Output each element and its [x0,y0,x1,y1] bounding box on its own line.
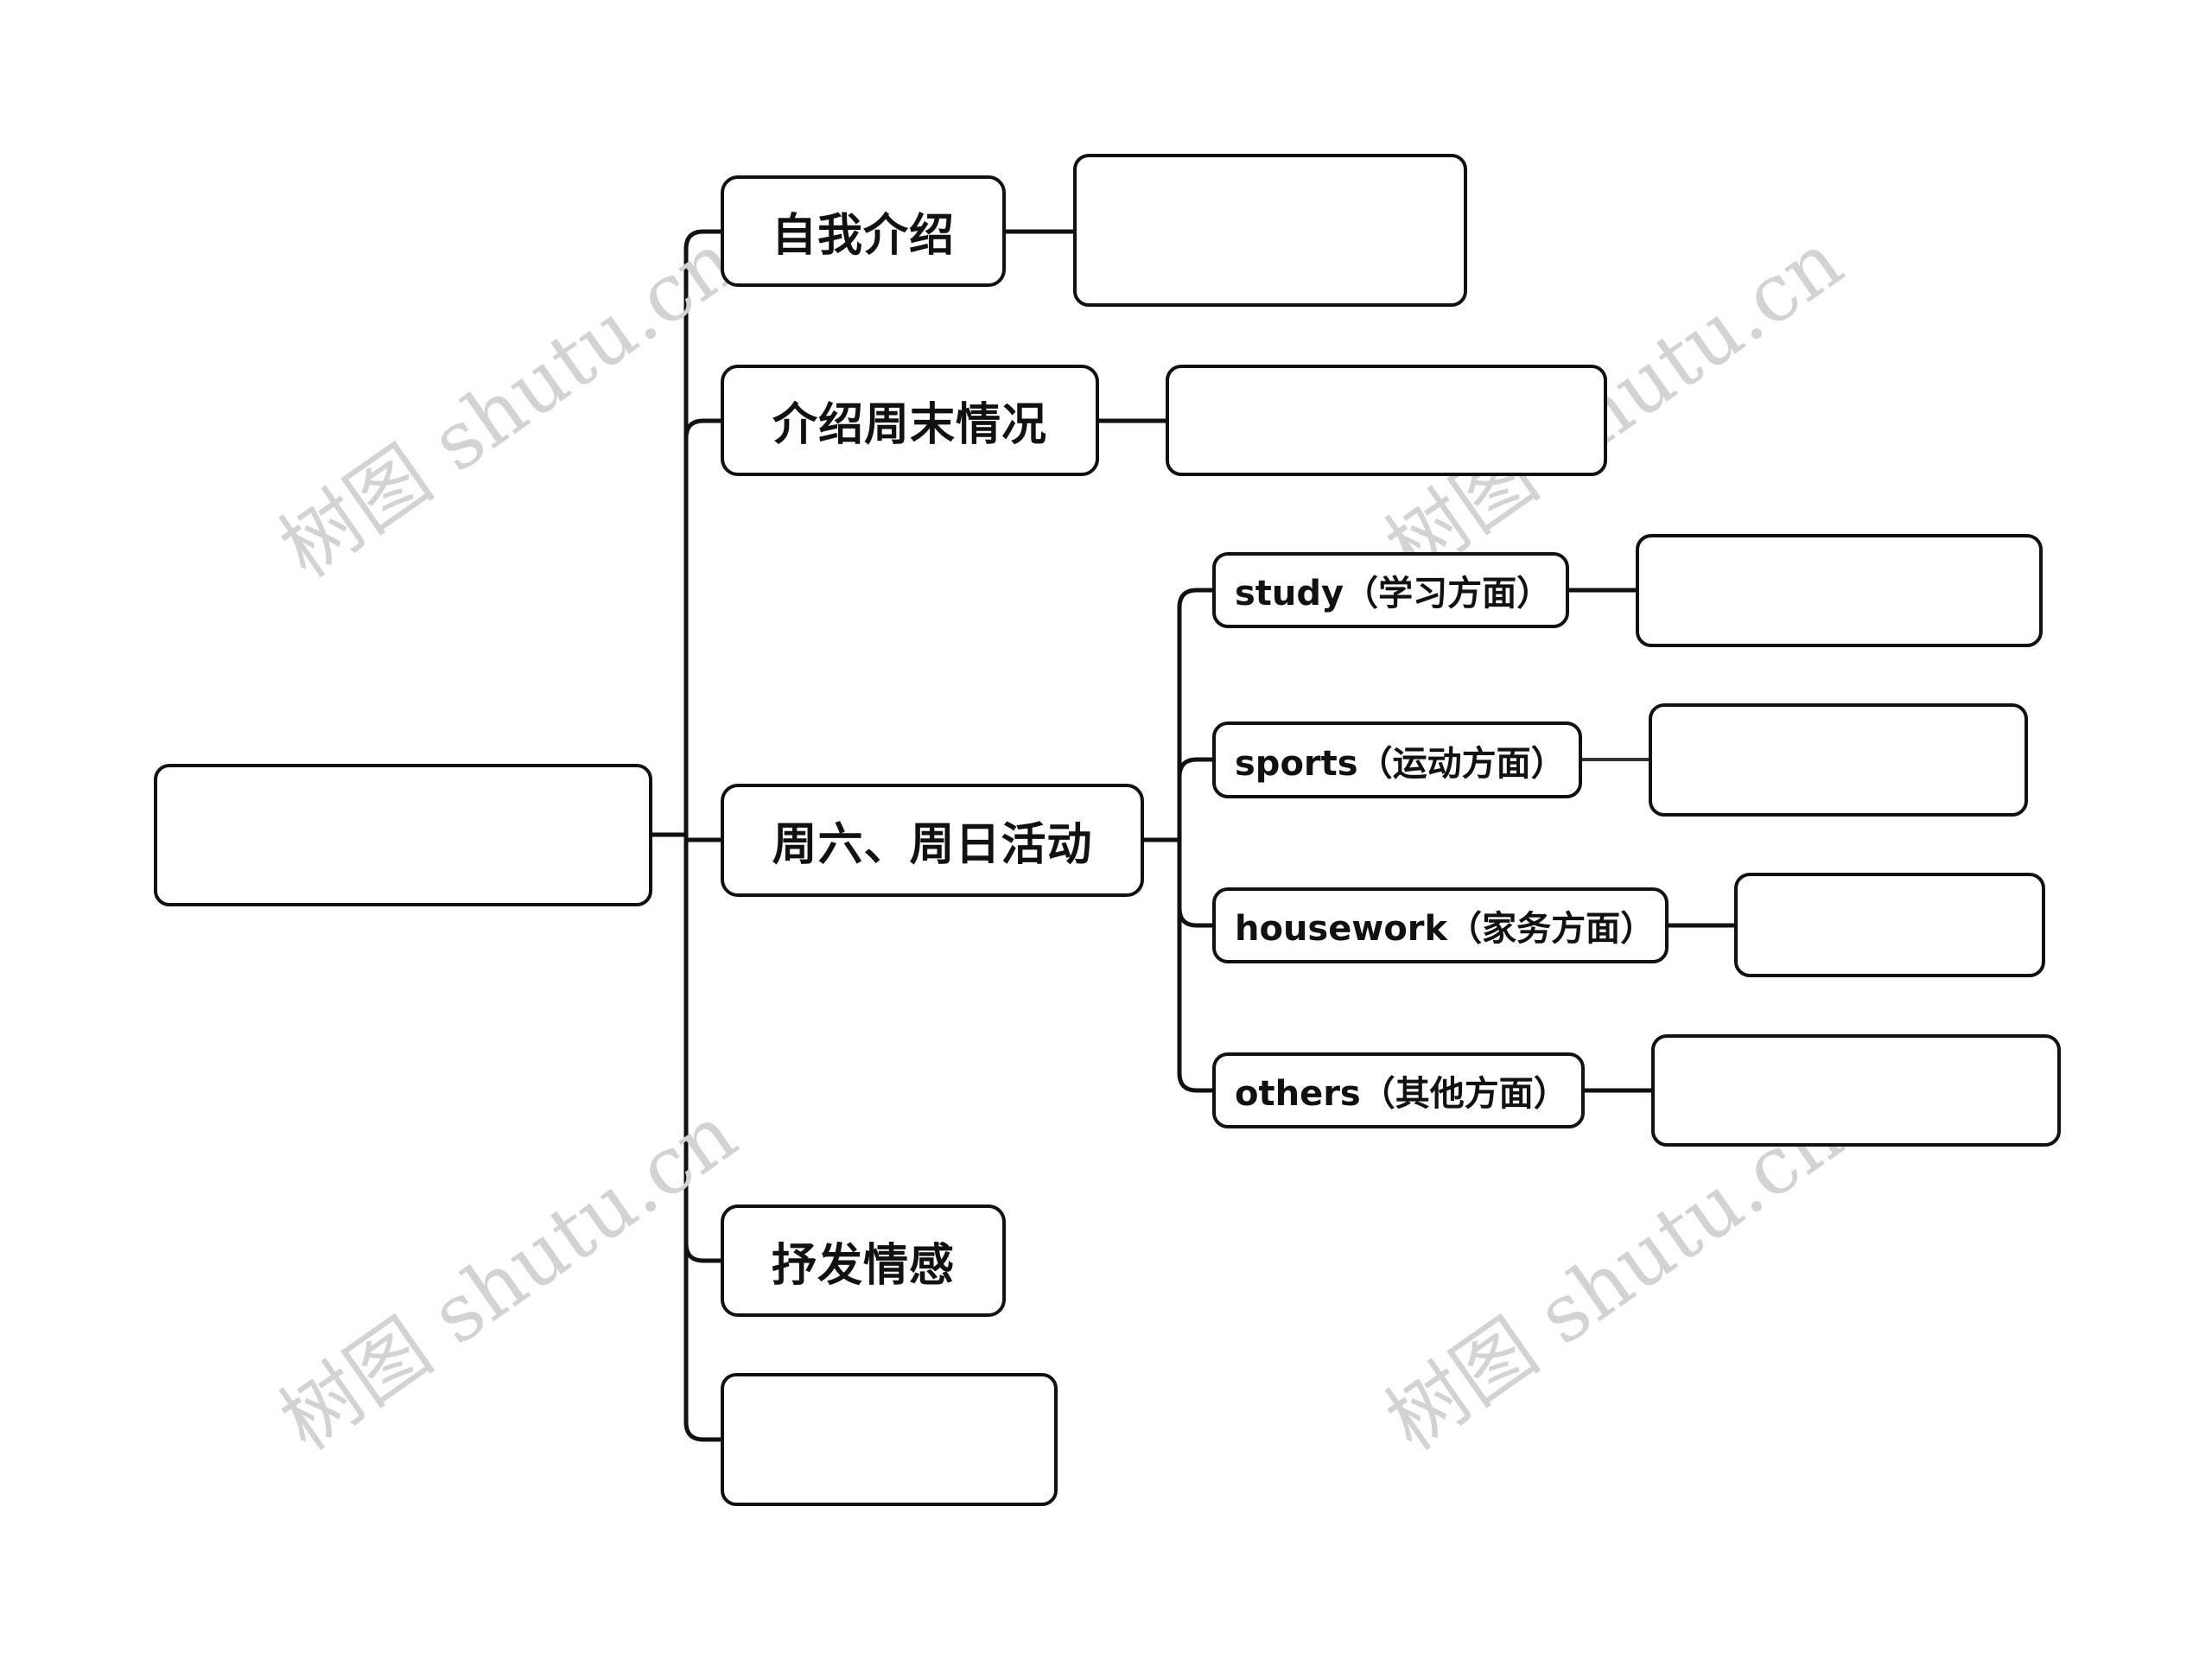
mind-map-canvas: 树图 shutu.cn 树图 shutu.cn 树图 shutu.cn 树图 s… [0,0,2212,1659]
sub-node-label: housework（家务方面） [1235,909,1656,949]
connector-branch-4 [683,1243,721,1263]
sports-child-node[interactable] [1649,703,2028,817]
housework-child-node[interactable] [1734,873,2045,977]
branch-label: 抒发情感 [771,1239,955,1292]
others-child-node[interactable] [1651,1034,2061,1147]
branch-node-empty[interactable] [721,1373,1058,1506]
sub-node-sports[interactable]: sports（运动方面） [1212,721,1582,798]
sub-node-housework[interactable]: housework（家务方面） [1212,887,1669,963]
sub-node-others[interactable]: others（其他方面） [1212,1052,1585,1128]
connector-subtrunk [1177,588,1212,1093]
weekend-intro-child-node[interactable] [1166,365,1607,476]
branch-label: 介绍周末情况 [772,399,1047,451]
sub-node-label: others（其他方面） [1235,1074,1568,1114]
root-node[interactable] [154,764,652,906]
sub-node-label: sports（运动方面） [1235,743,1566,784]
branch-node-express-feelings[interactable]: 抒发情感 [721,1205,1006,1317]
branch-node-self-intro[interactable]: 自我介绍 [721,175,1006,287]
study-child-node[interactable] [1636,534,2043,647]
connector-branch-2 [683,418,721,439]
branch-label: 自我介绍 [771,210,955,262]
connector-sub-sports [1177,757,1212,778]
branch-label: 周六、周日活动 [772,819,1093,871]
sub-node-study[interactable]: study（学习方面） [1212,552,1569,628]
connector-sub-housework [1177,907,1212,928]
branch-node-weekend-activities[interactable]: 周六、周日活动 [721,784,1144,897]
self-intro-child-node[interactable] [1073,154,1467,307]
branch-node-weekend-intro[interactable]: 介绍周末情况 [721,365,1099,476]
sub-node-label: study（学习方面） [1235,574,1552,613]
